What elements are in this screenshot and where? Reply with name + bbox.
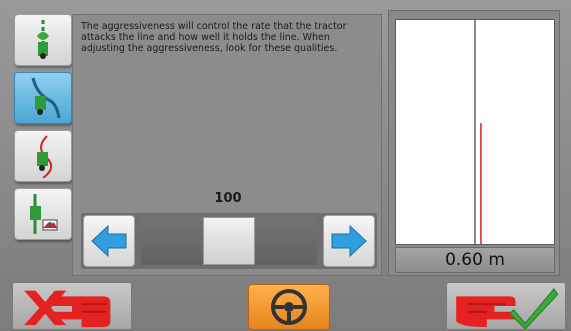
- increase-button[interactable]: [323, 215, 375, 267]
- aggressiveness-slider[interactable]: [81, 213, 377, 269]
- tractor-path-icon: [37, 135, 53, 178]
- engage-steering-button[interactable]: [248, 284, 330, 330]
- help-text: The aggressiveness will control the rate…: [81, 21, 347, 54]
- steering-wheel-icon: [271, 289, 307, 325]
- mode-icon-column: [14, 14, 72, 246]
- mode-button-camera[interactable]: [14, 188, 72, 240]
- slider-thumb[interactable]: [203, 217, 255, 265]
- tractor-camera-icon: [30, 194, 58, 234]
- tractor-curve-icon: [31, 77, 61, 119]
- arrow-right-icon: [331, 224, 367, 258]
- mode-button-curve[interactable]: [14, 72, 72, 124]
- aggressiveness-panel: The aggressiveness will control the rate…: [72, 14, 382, 276]
- cancel-icon: [24, 290, 111, 328]
- decrease-button[interactable]: [83, 215, 135, 267]
- mode-button-line[interactable]: [14, 14, 72, 66]
- slider-track[interactable]: [141, 217, 317, 265]
- checkmark-icon: [456, 287, 559, 329]
- accept-button[interactable]: [446, 282, 566, 330]
- offset-readout: 0.60 m: [395, 247, 555, 273]
- cancel-button[interactable]: [12, 282, 132, 330]
- aggressiveness-screen: The aggressiveness will control the rate…: [0, 0, 571, 331]
- arrow-left-icon: [91, 224, 127, 258]
- mode-button-path[interactable]: [14, 130, 72, 182]
- steering-plot-panel: 0.60 m: [388, 10, 560, 276]
- tractor-line-icon: [37, 20, 49, 60]
- aggressiveness-value: 100: [214, 191, 242, 206]
- steering-plot: [395, 19, 555, 245]
